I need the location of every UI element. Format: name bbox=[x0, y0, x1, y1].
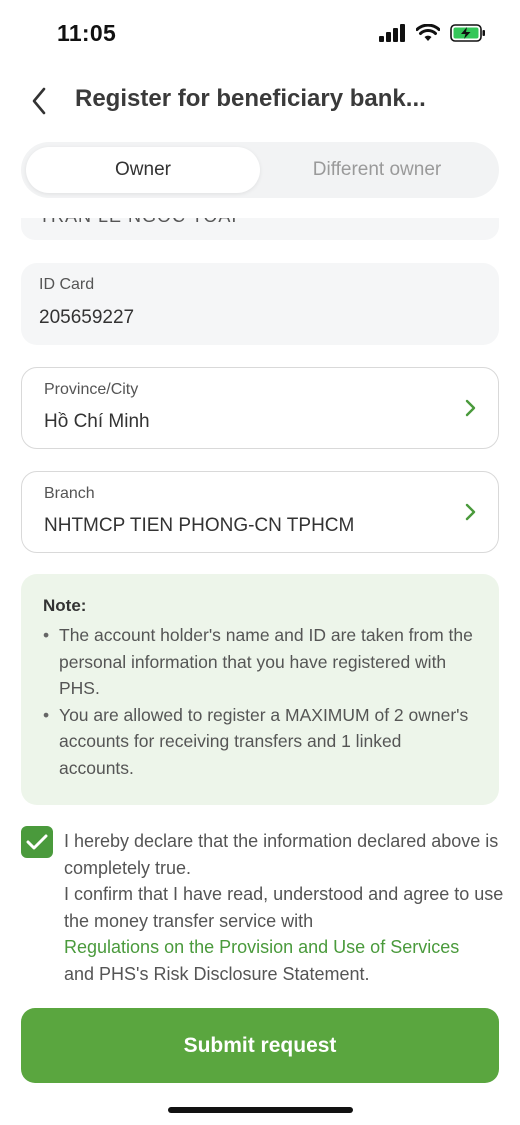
status-bar: 11:05 bbox=[0, 0, 520, 70]
wifi-icon bbox=[416, 24, 440, 41]
tab-different-owner[interactable]: Different owner bbox=[260, 147, 494, 193]
declaration-line-3: and PHS's Risk Disclosure Statement. bbox=[64, 963, 370, 984]
note-item: The account holder's name and ID are tak… bbox=[43, 622, 477, 702]
declaration-line-1: I hereby declare that the information de… bbox=[64, 831, 499, 878]
id-card-label: ID Card bbox=[39, 276, 95, 293]
declaration-line-2: I confirm that I have read, understood a… bbox=[64, 884, 504, 931]
account-name-field: TRAN LE NGOC TOAI bbox=[21, 218, 499, 240]
province-select[interactable]: Province/City Hồ Chí Minh bbox=[21, 367, 499, 449]
note-box: Note: The account holder's name and ID a… bbox=[21, 574, 499, 805]
owner-tabs: Owner Different owner bbox=[21, 142, 499, 198]
chevron-right-icon bbox=[465, 503, 476, 521]
province-label: Province/City bbox=[44, 381, 139, 398]
back-button[interactable] bbox=[22, 84, 56, 118]
battery-charging-icon bbox=[450, 24, 485, 42]
page-title: Register for beneficiary bank... bbox=[75, 85, 426, 112]
branch-value: NHTMCP TIEN PHONG-CN TPHCM bbox=[44, 515, 355, 536]
branch-select[interactable]: Branch NHTMCP TIEN PHONG-CN TPHCM bbox=[21, 471, 499, 553]
status-time: 11:05 bbox=[57, 20, 117, 46]
home-indicator bbox=[168, 1107, 353, 1113]
regulations-link[interactable]: Regulations on the Provision and Use of … bbox=[64, 934, 504, 961]
note-item: You are allowed to register a MAXIMUM of… bbox=[43, 702, 477, 782]
submit-request-button[interactable]: Submit request bbox=[21, 1008, 499, 1083]
declaration-text: I hereby declare that the information de… bbox=[64, 828, 504, 987]
chevron-left-icon bbox=[32, 87, 46, 115]
cellular-signal-icon bbox=[379, 24, 405, 42]
province-value: Hồ Chí Minh bbox=[44, 411, 150, 432]
id-card-field: ID Card 205659227 bbox=[21, 263, 499, 345]
checkmark-icon bbox=[26, 834, 48, 850]
id-card-value: 205659227 bbox=[39, 307, 135, 328]
header: Register for beneficiary bank... bbox=[0, 70, 520, 132]
screen: 11:05 Register for beneficiary bank... O… bbox=[0, 0, 520, 1125]
branch-label: Branch bbox=[44, 485, 95, 502]
chevron-right-icon bbox=[465, 399, 476, 417]
account-name-value: TRAN LE NGOC TOAI bbox=[39, 218, 237, 227]
note-title: Note: bbox=[43, 596, 87, 615]
declaration-checkbox[interactable] bbox=[21, 826, 53, 858]
tab-owner[interactable]: Owner bbox=[26, 147, 260, 193]
status-icons bbox=[379, 24, 486, 42]
